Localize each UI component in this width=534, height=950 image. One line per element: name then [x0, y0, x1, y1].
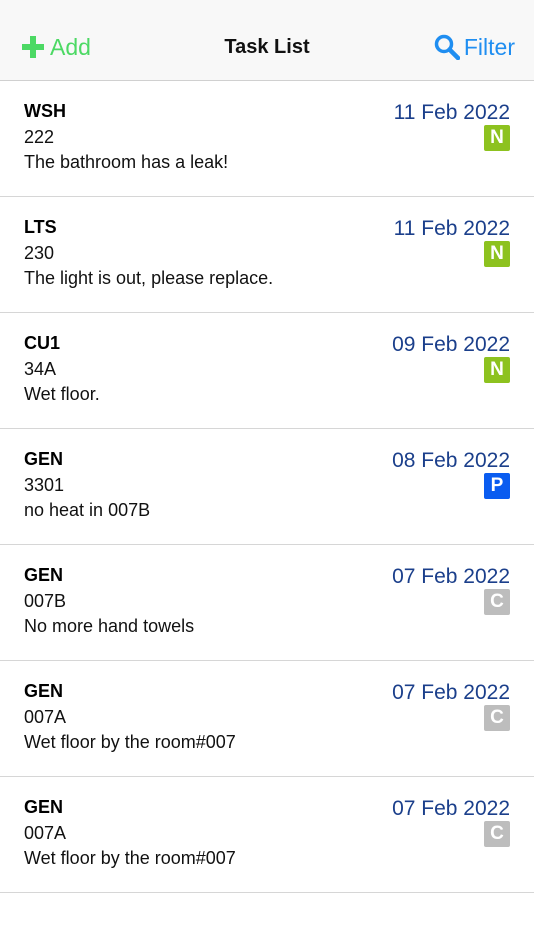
status-badge: N	[484, 357, 510, 383]
add-button-label: Add	[50, 33, 91, 60]
task-row[interactable]: GEN 3301 no heat in 007B 08 Feb 2022 P	[0, 429, 534, 545]
filter-button-label: Filter	[463, 33, 515, 60]
search-icon	[434, 34, 460, 60]
status-badge: C	[484, 589, 510, 615]
task-date: 07 Feb 2022	[392, 681, 510, 704]
task-room: 007A	[24, 823, 67, 843]
task-row[interactable]: GEN 007A Wet floor by the room#007 07 Fe…	[0, 777, 534, 893]
task-row[interactable]: WSH 222 The bathroom has a leak! 11 Feb …	[0, 81, 534, 197]
task-date: 11 Feb 2022	[393, 101, 510, 124]
navigation-bar: Add Task List Filter	[0, 0, 534, 81]
status-badge: C	[484, 705, 510, 731]
task-date: 08 Feb 2022	[392, 449, 510, 472]
task-room: 007A	[24, 707, 67, 727]
task-code: WSH	[24, 101, 66, 121]
status-badge: N	[484, 125, 510, 151]
task-description: The bathroom has a leak!	[24, 152, 229, 172]
task-code: GEN	[24, 681, 64, 701]
task-room: 3301	[24, 475, 65, 495]
add-button[interactable]: Add	[22, 32, 91, 62]
task-description: no heat in 007B	[24, 500, 151, 520]
task-row[interactable]: GEN 007B No more hand towels 07 Feb 2022…	[0, 545, 534, 661]
task-code: LTS	[24, 217, 57, 237]
task-date: 07 Feb 2022	[392, 565, 510, 588]
status-badge: N	[484, 241, 510, 267]
task-row[interactable]: GEN 007A Wet floor by the room#007 07 Fe…	[0, 661, 534, 777]
plus-icon	[22, 36, 44, 58]
task-row[interactable]: LTS 230 The light is out, please replace…	[0, 197, 534, 313]
task-list: WSH 222 The bathroom has a leak! 11 Feb …	[0, 81, 534, 893]
task-description: Wet floor by the room#007	[24, 848, 236, 868]
task-date: 07 Feb 2022	[392, 797, 510, 820]
task-code: CU1	[24, 333, 61, 353]
task-description: No more hand towels	[24, 616, 195, 636]
task-description: Wet floor by the room#007	[24, 732, 236, 752]
task-row[interactable]: CU1 34A Wet floor. 09 Feb 2022 N	[0, 313, 534, 429]
filter-button[interactable]: Filter	[434, 32, 515, 62]
page-title: Task List	[224, 36, 310, 58]
task-code: GEN	[24, 449, 64, 469]
task-code: GEN	[24, 565, 64, 585]
task-date: 11 Feb 2022	[393, 217, 510, 240]
status-badge: P	[484, 473, 510, 499]
task-description: The light is out, please replace.	[24, 268, 274, 288]
task-room: 34A	[24, 359, 57, 379]
task-date: 09 Feb 2022	[392, 333, 510, 356]
status-badge: C	[484, 821, 510, 847]
task-code: GEN	[24, 797, 64, 817]
task-description: Wet floor.	[24, 384, 100, 404]
task-room: 007B	[24, 591, 67, 611]
task-room: 230	[24, 243, 55, 263]
task-room: 222	[24, 127, 55, 147]
